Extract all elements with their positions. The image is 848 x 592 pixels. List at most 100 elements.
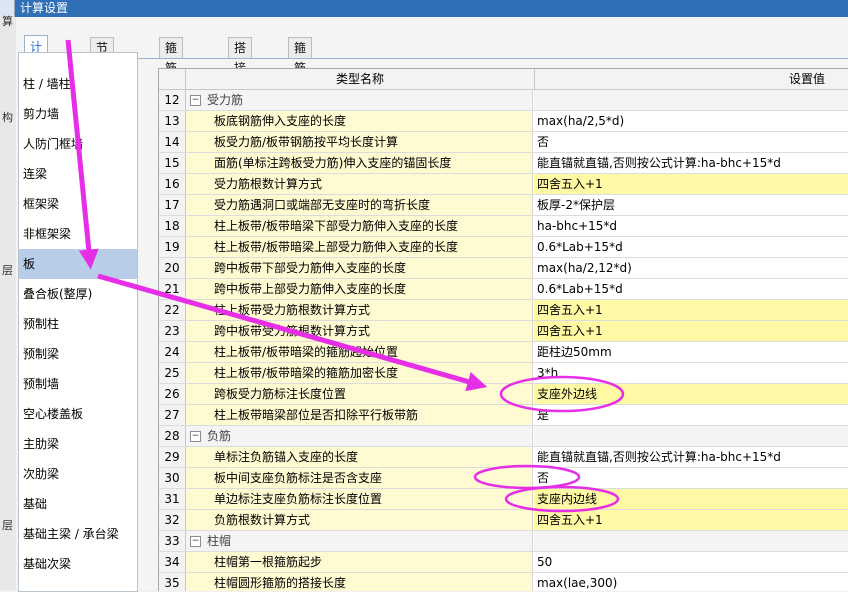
category-item[interactable]: 预制柱 (19, 309, 137, 339)
row-number: 12 (159, 90, 186, 110)
grid-row[interactable]: 34 柱帽第一根箍筋起步 50 (159, 552, 848, 573)
category-item[interactable]: 连梁 (19, 159, 137, 189)
row-number: 25 (159, 363, 186, 383)
setting-value-cell[interactable]: max(ha/2,5*d) (534, 111, 848, 131)
setting-value-cell[interactable]: 否 (534, 468, 848, 488)
category-item[interactable]: 预制墙 (19, 369, 137, 399)
setting-value-cell[interactable]: 0.6*Lab+15*d (534, 279, 848, 299)
category-item[interactable]: 主肋梁 (19, 429, 137, 459)
setting-value-cell[interactable]: 0.6*Lab+15*d (534, 237, 848, 257)
grid-row[interactable]: 35 柱帽圆形箍筋的搭接长度 max(lae,300) (159, 573, 848, 591)
group-label: 受力筋 (207, 93, 244, 107)
grid-row[interactable]: 30 板中间支座负筋标注是否含支座否 (159, 468, 848, 489)
header-type-name[interactable]: 类型名称 (185, 69, 535, 89)
tab-underline (24, 58, 848, 59)
collapse-icon[interactable]: − (190, 431, 201, 442)
category-item[interactable]: 人防门框墙 (19, 129, 137, 159)
grid-row[interactable]: 17 受力筋遇洞口或端部无支座时的弯折长度 板厚-2*保护层 (159, 195, 848, 216)
dialog-title: 计算设置 (20, 1, 69, 15)
setting-value-cell[interactable]: 支座内边线 (534, 489, 848, 509)
setting-value-cell[interactable]: 3*h (534, 363, 848, 383)
category-item[interactable]: 剪力墙 (19, 99, 137, 129)
grid-row[interactable]: 18 柱上板带/板带暗梁下部受力筋伸入支座的长度 ha-bhc+15*d (159, 216, 848, 237)
background-window-strip: 算 构 层 层 (0, 15, 17, 590)
setting-value-cell[interactable]: 否 (534, 132, 848, 152)
category-item[interactable]: 基础主梁 / 承台梁 (19, 519, 137, 549)
row-number: 15 (159, 153, 186, 173)
setting-name-cell: 面筋(单标注跨板受力筋)伸入支座的锚固长度 (186, 153, 533, 173)
grid-row[interactable]: 27 柱上板带暗梁部位是否扣除平行板带筋是 (159, 405, 848, 426)
setting-name-cell: 跨中板带受力筋根数计算方式 (186, 321, 533, 341)
setting-value-cell (534, 90, 848, 110)
setting-value-cell[interactable]: 四舍五入+1 (534, 174, 848, 194)
category-item[interactable]: 框架梁 (19, 189, 137, 219)
category-item[interactable]: 空心楼盖板 (19, 399, 137, 429)
grid-row[interactable]: 31 单边标注支座负筋标注长度位置 支座内边线 (159, 489, 848, 510)
collapse-icon[interactable]: − (190, 536, 201, 547)
grid-row[interactable]: 13 板底钢筋伸入支座的长度 max(ha/2,5*d) (159, 111, 848, 132)
row-number: 14 (159, 132, 186, 152)
dialog-titlebar: 计算设置 (0, 0, 848, 17)
setting-value-cell[interactable]: 是 (534, 405, 848, 425)
header-setting-value[interactable]: 设置值 (534, 69, 848, 89)
setting-name-cell: 跨中板带下部受力筋伸入支座的长度 (186, 258, 533, 278)
category-item[interactable]: 板 (19, 249, 137, 279)
setting-name-cell: 柱帽圆形箍筋的搭接长度 (186, 573, 533, 591)
grid-row[interactable]: 22 柱上板带受力筋根数计算方式 四舍五入+1 (159, 300, 848, 321)
grid-row[interactable]: 16 受力筋根数计算方式 四舍五入+1 (159, 174, 848, 195)
grid-group-row[interactable]: 33− 柱帽 (159, 531, 848, 552)
grid-row[interactable]: 21 跨中板带上部受力筋伸入支座的长度 0.6*Lab+15*d (159, 279, 848, 300)
grid-row[interactable]: 14 板受力筋/板带钢筋按平均长度计算否 (159, 132, 848, 153)
setting-name-cell: 柱上板带/板带暗梁上部受力筋伸入支座的长度 (186, 237, 533, 257)
group-name-cell: − 受力筋 (186, 90, 533, 110)
group-name-cell: − 柱帽 (186, 531, 533, 551)
grid-row[interactable]: 32 负筋根数计算方式 四舍五入+1 (159, 510, 848, 531)
setting-value-cell[interactable]: 支座外边线 (534, 384, 848, 404)
setting-name-cell: 柱上板带暗梁部位是否扣除平行板带筋 (186, 405, 533, 425)
background-fragment: 层 (2, 264, 13, 277)
row-number: 34 (159, 552, 186, 572)
background-fragment: 算 (2, 15, 13, 28)
row-number: 23 (159, 321, 186, 341)
grid-group-row[interactable]: 28− 负筋 (159, 426, 848, 447)
category-item[interactable]: 基础次梁 (19, 549, 137, 579)
setting-value-cell[interactable]: max(ha/2,12*d) (534, 258, 848, 278)
grid-row[interactable]: 29 单标注负筋锚入支座的长度 能直锚就直锚,否则按公式计算:ha-bhc+15*d (159, 447, 848, 468)
grid-header: 类型名称 设置值 (159, 69, 848, 90)
category-item[interactable]: 基础 (19, 489, 137, 519)
setting-value-cell[interactable]: 四舍五入+1 (534, 510, 848, 530)
grid-row[interactable]: 19 柱上板带/板带暗梁上部受力筋伸入支座的长度 0.6*Lab+15*d (159, 237, 848, 258)
row-number: 17 (159, 195, 186, 215)
setting-value-cell[interactable]: 板厚-2*保护层 (534, 195, 848, 215)
setting-value-cell[interactable]: max(lae,300) (534, 573, 848, 591)
tab-4[interactable]: 搭接设置 (228, 37, 253, 115)
category-item[interactable]: 预制梁 (19, 339, 137, 369)
grid-row[interactable]: 15 面筋(单标注跨板受力筋)伸入支座的锚固长度 能直锚就直锚,否则按公式计算:ha… (159, 153, 848, 174)
grid-group-row[interactable]: 12− 受力筋 (159, 90, 848, 111)
collapse-icon[interactable]: − (190, 95, 201, 106)
category-item[interactable]: 柱 / 墙柱 (19, 69, 137, 99)
grid-row[interactable]: 24 柱上板带/板带暗梁的箍筋起始位置 距柱边50mm (159, 342, 848, 363)
category-item[interactable]: 非框架梁 (19, 219, 137, 249)
setting-value-cell[interactable]: 能直锚就直锚,否则按公式计算:ha-bhc+15*d (534, 153, 848, 173)
grid-row[interactable]: 20 跨中板带下部受力筋伸入支座的长度 max(ha/2,12*d) (159, 258, 848, 279)
row-number: 13 (159, 111, 186, 131)
grid-row[interactable]: 23 跨中板带受力筋根数计算方式 四舍五入+1 (159, 321, 848, 342)
grid-row[interactable]: 25 柱上板带/板带暗梁的箍筋加密长度 3*h (159, 363, 848, 384)
setting-value-cell[interactable]: ha-bhc+15*d (534, 216, 848, 236)
setting-value-cell[interactable]: 能直锚就直锚,否则按公式计算:ha-bhc+15*d (534, 447, 848, 467)
tab-5[interactable]: 箍筋公式 (288, 37, 313, 115)
category-item[interactable]: 次肋梁 (19, 459, 137, 489)
setting-value-cell[interactable]: 50 (534, 552, 848, 572)
setting-value-cell (534, 426, 848, 446)
row-number: 18 (159, 216, 186, 236)
setting-value-cell[interactable]: 距柱边50mm (534, 342, 848, 362)
grid-row[interactable]: 26 跨板受力筋标注长度位置 支座外边线 (159, 384, 848, 405)
setting-name-cell: 板底钢筋伸入支座的长度 (186, 111, 533, 131)
tab-3[interactable]: 箍筋设置 (159, 37, 184, 115)
setting-value-cell[interactable]: 四舍五入+1 (534, 321, 848, 341)
row-number: 29 (159, 447, 186, 467)
category-item[interactable]: 叠合板(整厚) (19, 279, 137, 309)
row-number: 21 (159, 279, 186, 299)
setting-value-cell[interactable]: 四舍五入+1 (534, 300, 848, 320)
